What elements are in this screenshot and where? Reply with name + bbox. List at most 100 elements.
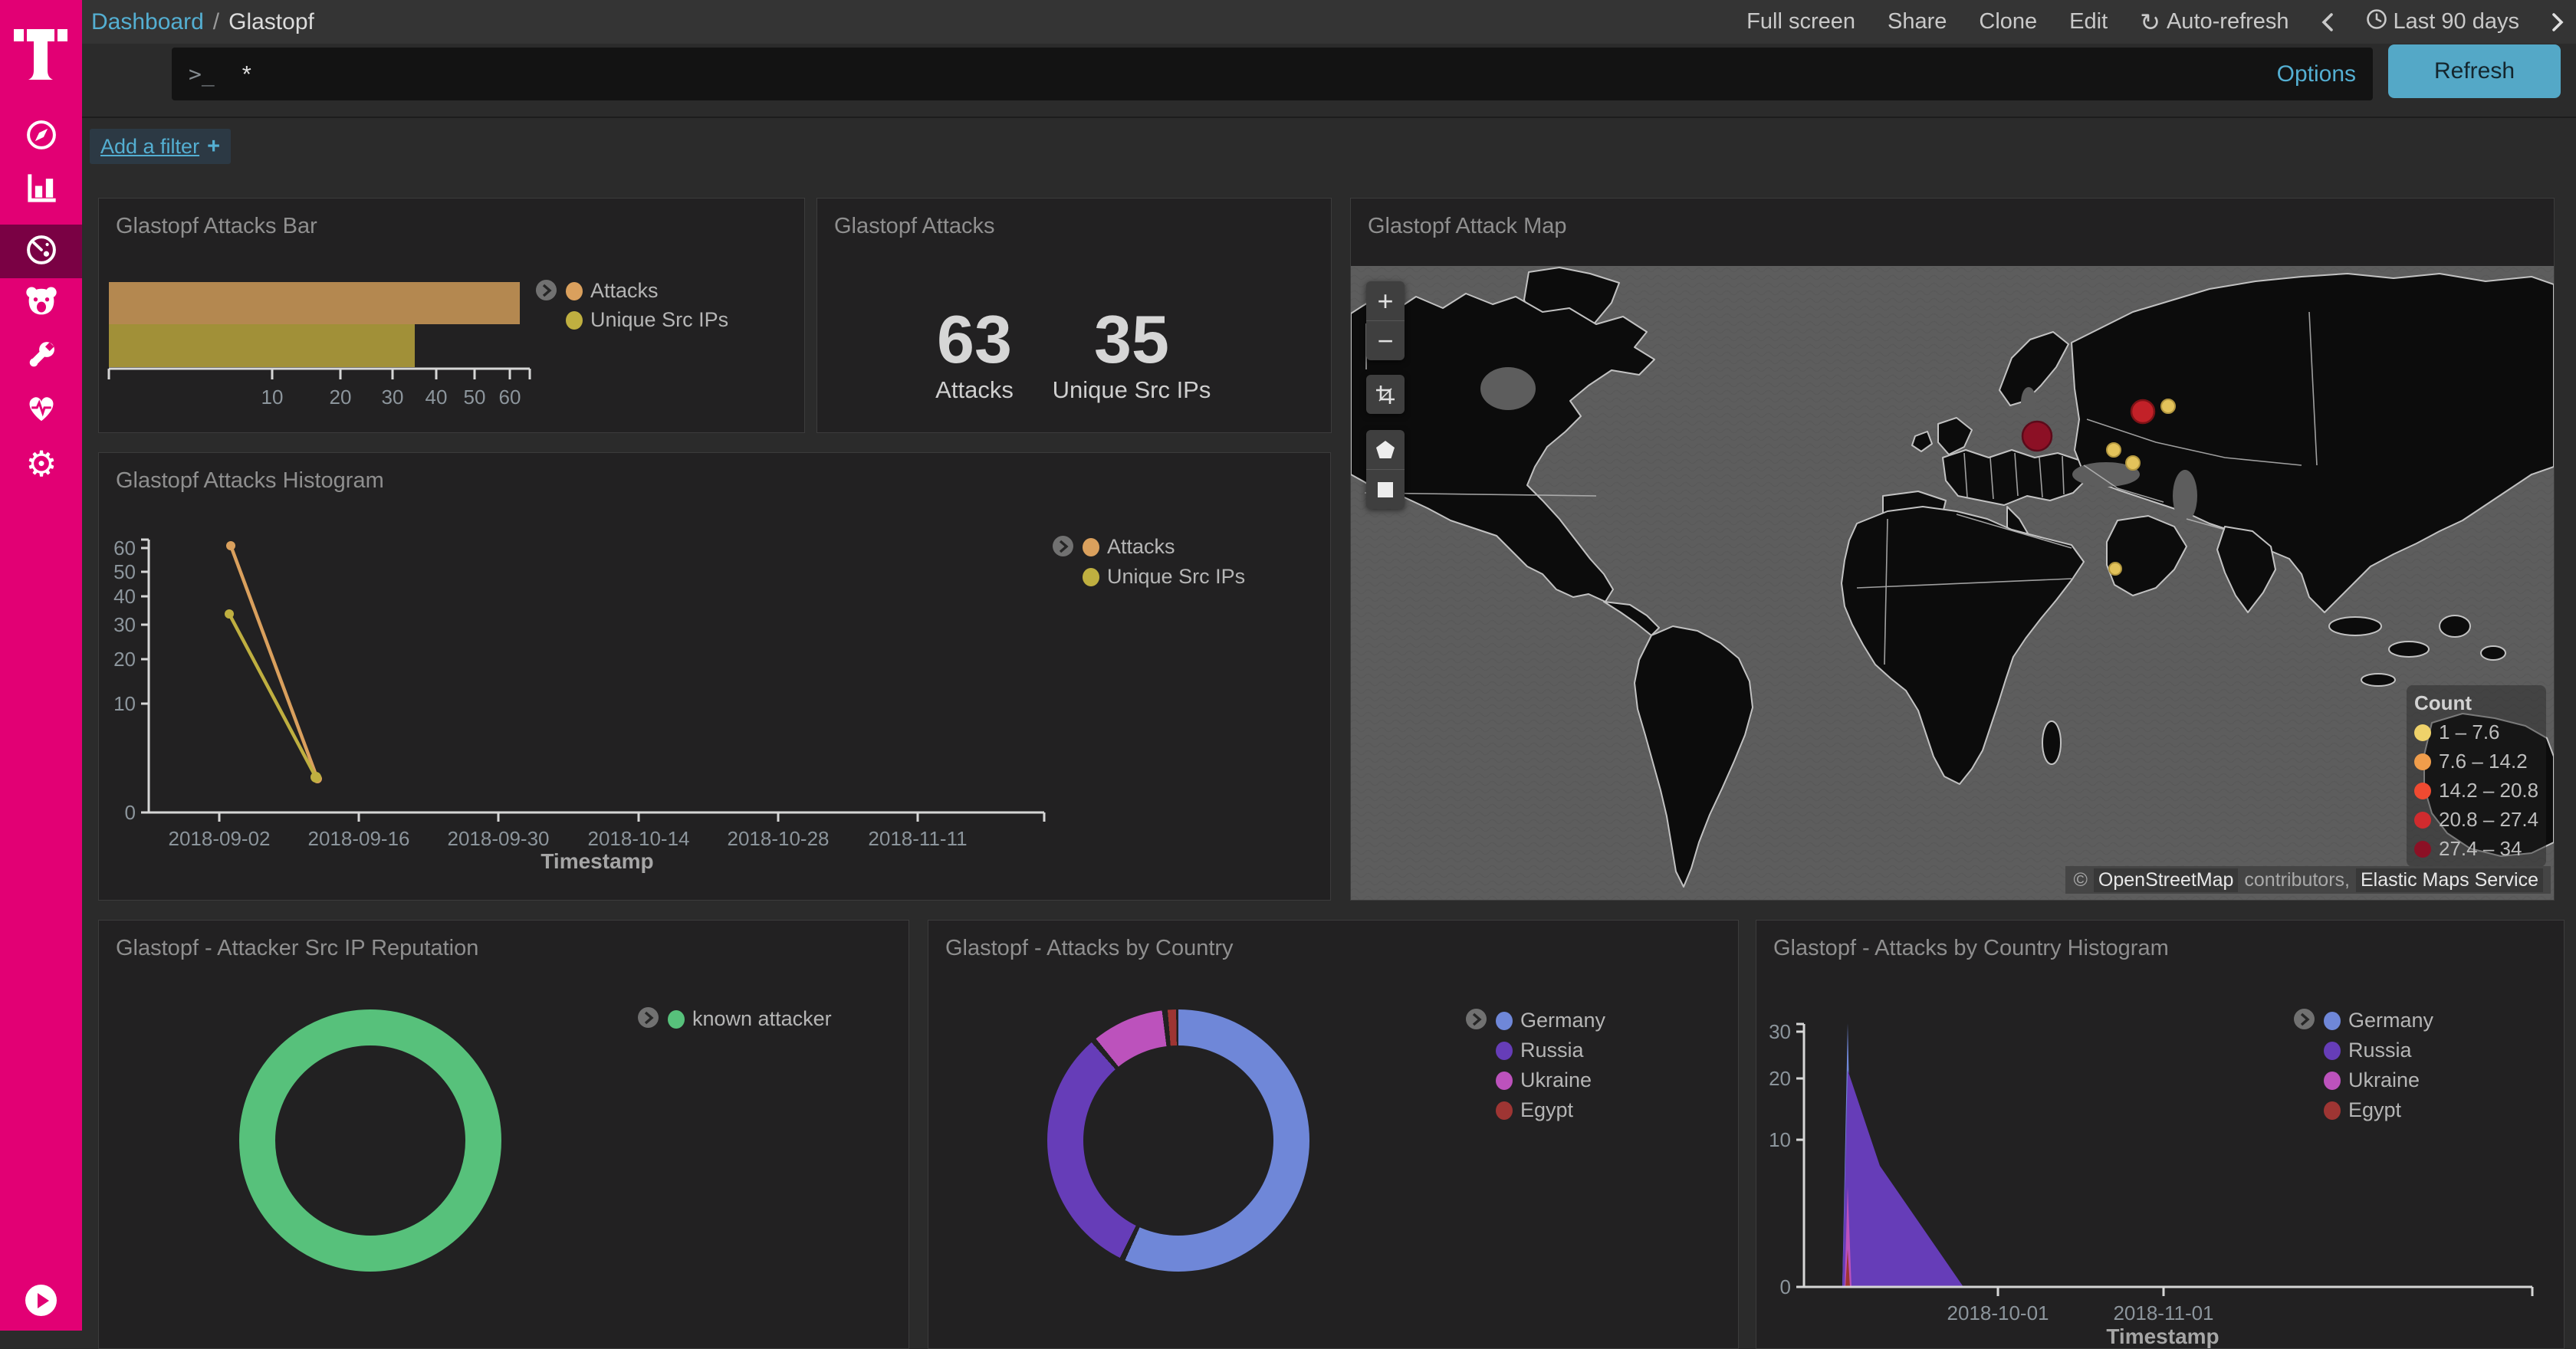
- zoom-in-button[interactable]: +: [1366, 281, 1405, 320]
- legend-item: Russia: [2324, 1039, 2412, 1062]
- legend-item: Unique Src IPs: [1083, 565, 1245, 589]
- gear-icon: ⚙: [25, 446, 57, 481]
- query-value[interactable]: *: [242, 61, 251, 88]
- chevron-right-icon: [2299, 1013, 2310, 1026]
- svg-text:2018-10-14: 2018-10-14: [588, 827, 690, 850]
- bar-chart-icon: [25, 172, 58, 208]
- panel-attacks-by-country: Glastopf - Attacks by Country Germany Ru…: [928, 920, 1739, 1349]
- svg-text:30: 30: [113, 613, 136, 636]
- breadcrumb: Dashboard/Glastopf: [91, 9, 314, 35]
- panel-country-histogram: Glastopf - Attacks by Country Histogram …: [1756, 920, 2564, 1349]
- svg-text:40: 40: [426, 386, 448, 409]
- refresh-cycle-icon: ↻: [2140, 8, 2160, 37]
- svg-text:10: 10: [1769, 1128, 1791, 1151]
- sidebar-item-tpot[interactable]: [25, 287, 58, 319]
- sidebar-item-monitoring[interactable]: [25, 394, 58, 426]
- legend-expand-button[interactable]: [638, 1007, 659, 1028]
- world-map[interactable]: [1351, 266, 2554, 901]
- top-navbar: Dashboard/Glastopf Full screen Share Clo…: [82, 0, 2576, 44]
- legend-dot-ukraine: [1496, 1072, 1513, 1090]
- legend-expand-button[interactable]: [1466, 1009, 1487, 1029]
- svg-text:60: 60: [113, 537, 136, 560]
- options-link[interactable]: Options: [2277, 61, 2356, 87]
- elastic-maps-link[interactable]: Elastic Maps Service: [2356, 868, 2543, 892]
- svg-text:60: 60: [499, 386, 521, 409]
- breadcrumb-current: Glastopf: [228, 9, 314, 34]
- svg-text:10: 10: [113, 692, 136, 715]
- attacks-line-chart[interactable]: 0 10 20 30 40 50 60 2018-09-02 2018-09-1…: [99, 453, 1330, 900]
- legend-dot-unique-src-ips: [566, 311, 583, 330]
- svg-text:50: 50: [113, 560, 136, 583]
- svg-text:2018-11-01: 2018-11-01: [2113, 1301, 2213, 1324]
- legend-dot-russia: [1496, 1042, 1513, 1060]
- legend-expand-button[interactable]: [536, 280, 557, 300]
- time-forward-button[interactable]: [2551, 12, 2564, 32]
- svg-text:30: 30: [382, 386, 404, 409]
- clone-button[interactable]: Clone: [1979, 9, 2037, 34]
- draw-polygon-icon[interactable]: [1366, 430, 1405, 469]
- svg-text:2018-09-30: 2018-09-30: [448, 827, 550, 850]
- sidebar-item-dashboard[interactable]: [25, 235, 58, 268]
- legend-item: Egypt: [1496, 1098, 1573, 1122]
- legend-dot: [2414, 841, 2431, 858]
- edit-button[interactable]: Edit: [2069, 9, 2108, 34]
- legend-dot-known-attacker: [668, 1010, 685, 1029]
- legend-dot-germany: [2324, 1012, 2341, 1030]
- map-fit-control: [1366, 375, 1405, 414]
- panel-attacks-histogram: Glastopf Attacks Histogram 0 10 20 30 40: [98, 452, 1331, 901]
- sidebar-item-management[interactable]: ⚙: [25, 448, 58, 480]
- breadcrumb-dashboard-link[interactable]: Dashboard: [91, 9, 204, 34]
- donut-hole: [1083, 1045, 1273, 1236]
- chevron-right-icon: [1058, 540, 1069, 553]
- metric-attacks: 63 Attacks: [882, 306, 1066, 404]
- auto-refresh-button[interactable]: ↻ Auto-refresh: [2140, 8, 2288, 37]
- svg-text:2018-10-28: 2018-10-28: [728, 827, 830, 850]
- panel-title: Glastopf - Attacks by Country: [945, 936, 1234, 961]
- bear-icon: [25, 285, 58, 321]
- share-button[interactable]: Share: [1888, 9, 1947, 34]
- full-screen-button[interactable]: Full screen: [1746, 9, 1855, 34]
- time-range-picker[interactable]: Last 90 days: [2366, 8, 2519, 36]
- compass-icon: [25, 119, 58, 155]
- legend-dot-egypt: [2324, 1101, 2341, 1120]
- add-filter-button[interactable]: Add a filter +: [90, 129, 231, 164]
- legend-dot-russia: [2324, 1042, 2341, 1060]
- svg-text:20: 20: [113, 648, 136, 671]
- legend-dot-unique-src-ips: [1083, 568, 1099, 586]
- legend-expand-button[interactable]: [2294, 1009, 2315, 1029]
- svg-text:40: 40: [113, 585, 136, 608]
- sidebar-item-visualize[interactable]: [25, 174, 58, 206]
- zoom-out-button[interactable]: −: [1366, 320, 1405, 360]
- legend-expand-button[interactable]: [1053, 536, 1073, 556]
- sidebar-item-dev-tools[interactable]: [25, 340, 58, 373]
- reputation-donut-chart[interactable]: [239, 1009, 501, 1272]
- telekom-logo[interactable]: [14, 11, 67, 88]
- time-back-button[interactable]: [2321, 12, 2334, 32]
- legend-item: Ukraine: [2324, 1068, 2420, 1092]
- refresh-button[interactable]: Refresh: [2388, 44, 2561, 98]
- chevron-right-icon: [2551, 12, 2564, 32]
- panel-title: Glastopf Attack Map: [1368, 214, 1567, 239]
- search-input[interactable]: >_ * Options: [172, 48, 2373, 100]
- openstreetmap-link[interactable]: OpenStreetMap: [2094, 868, 2239, 892]
- plus-icon: +: [207, 134, 220, 159]
- filter-bar: Add a filter +: [82, 117, 2576, 176]
- svg-text:30: 30: [1769, 1020, 1791, 1043]
- map-draw-controls: [1366, 430, 1405, 509]
- sidebar-expand-button[interactable]: [25, 1285, 57, 1316]
- svg-text:2018-10-01: 2018-10-01: [1947, 1301, 2049, 1324]
- legend-dot-ukraine: [2324, 1072, 2341, 1090]
- country-area-chart[interactable]: 0 10 20 30 2018-10-01 2018-11-01 Timesta…: [1756, 921, 2564, 1348]
- legend-item: Ukraine: [1496, 1068, 1592, 1092]
- panel-title: Glastopf Attacks: [834, 214, 995, 239]
- query-prompt-icon: >_: [189, 61, 215, 87]
- svg-text:Timestamp: Timestamp: [2106, 1324, 2219, 1348]
- svg-text:Timestamp: Timestamp: [540, 849, 653, 873]
- legend-item: Unique Src IPs: [566, 308, 728, 332]
- legend-dot: [2414, 724, 2431, 741]
- sidebar-item-discover[interactable]: [25, 120, 58, 153]
- draw-rectangle-icon[interactable]: [1366, 469, 1405, 509]
- crop-icon[interactable]: [1366, 375, 1405, 414]
- heartbeat-icon: [25, 392, 58, 428]
- legend-item: Germany: [1496, 1009, 1605, 1032]
